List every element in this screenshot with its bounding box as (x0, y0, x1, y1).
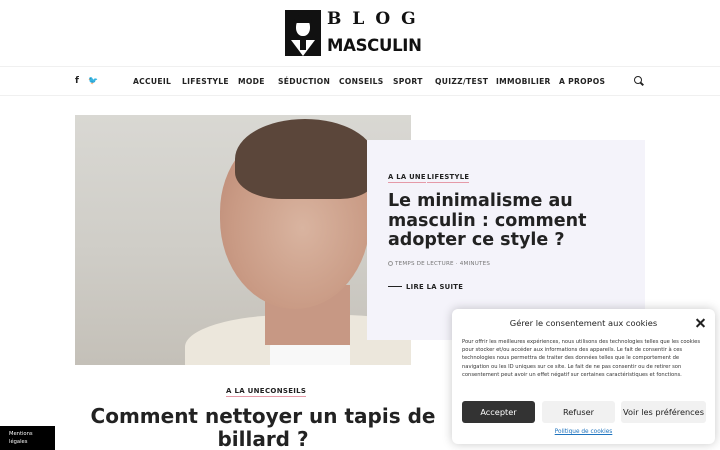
facebook-icon[interactable]: f (75, 76, 79, 86)
refuse-button[interactable]: Refuser (542, 401, 615, 423)
cookie-consent-dialog: Gérer le consentement aux cookies Pour o… (452, 309, 715, 444)
site-logo[interactable]: BLOG MASCULIN (285, 9, 433, 56)
nav-item-lifestyle[interactable]: LIFESTYLE (182, 77, 229, 86)
mentions-line2: légales (9, 439, 28, 445)
hero-article-title[interactable]: Le minimalisme au masculin : comment ado… (388, 191, 628, 251)
accept-button[interactable]: Accepter (462, 401, 535, 423)
reading-time-text: TEMPS DE LECTURE · 4MINUTES (395, 261, 491, 267)
hero-article-image[interactable] (75, 115, 411, 365)
search-icon[interactable] (634, 76, 644, 86)
nav-item-quizz-test[interactable]: QUIZZ/TEST (435, 77, 488, 86)
consent-title: Gérer le consentement aux cookies (509, 318, 658, 328)
logo-text: BLOG MASCULIN (321, 9, 433, 56)
logo-line2: MASCULIN (327, 36, 422, 55)
nav-item-accueil[interactable]: ACCUEIL (133, 77, 171, 86)
site-header: BLOG MASCULIN (0, 0, 720, 66)
twitter-icon[interactable]: 🐦 (88, 76, 98, 85)
main-navigation: f 🐦 ACCUEIL LIFESTYLE MODE SÉDUCTION CON… (0, 66, 720, 96)
logo-line1: BLOG (327, 9, 427, 29)
cookie-policy-link[interactable]: Politique de cookies (452, 429, 715, 435)
reading-time: TEMPS DE LECTURE · 4MINUTES (388, 261, 490, 267)
preferences-button[interactable]: Voir les préférences (621, 401, 706, 423)
read-more-label: LIRE LA SUITE (406, 283, 464, 291)
clock-icon (388, 261, 393, 266)
nav-item-sport[interactable]: SPORT (393, 77, 423, 86)
close-icon[interactable] (695, 318, 706, 328)
tag-conseils[interactable]: CONSEILS (265, 387, 307, 397)
tag-lifestyle[interactable]: LIFESTYLE (427, 173, 470, 183)
nav-item-mode[interactable]: MODE (238, 77, 265, 86)
mentions-legales-link[interactable]: Mentions légales (0, 426, 55, 450)
nav-item-immobilier[interactable]: IMMOBILIER (496, 77, 551, 86)
mentions-line1: Mentions (9, 431, 33, 437)
read-more-link[interactable]: LIRE LA SUITE (388, 283, 463, 291)
nav-item-a-propos[interactable]: A PROPOS (559, 77, 605, 86)
read-more-line (388, 285, 402, 287)
tag-a-la-une[interactable]: A LA UNE (388, 173, 426, 183)
gentleman-logo-icon (285, 10, 321, 56)
nav-item-conseils[interactable]: CONSEILS (339, 77, 384, 86)
nav-item-seduction[interactable]: SÉDUCTION (278, 77, 330, 86)
consent-text: Pour offrir les meilleures expériences, … (462, 339, 701, 378)
article-title[interactable]: Comment nettoyer un tapis de billard ? (75, 405, 451, 450)
tag-a-la-une-2[interactable]: A LA UNE (226, 387, 265, 397)
